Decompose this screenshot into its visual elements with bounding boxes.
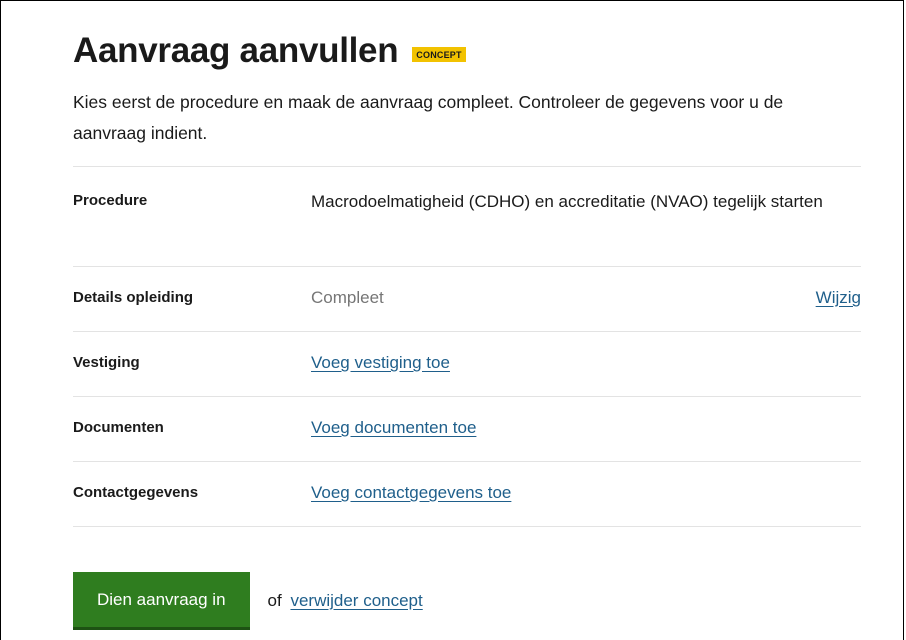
page-frame: Aanvraag aanvullen CONCEPT Kies eerst de… <box>0 0 904 640</box>
edit-details-link[interactable]: Wijzig <box>816 283 861 313</box>
title-row: Aanvraag aanvullen CONCEPT <box>73 31 466 71</box>
summary-list: Procedure Macrodoelmatigheid (CDHO) en a… <box>73 166 861 527</box>
summary-row-contactgegevens: Contactgegevens Voeg contactgegevens toe <box>73 462 861 527</box>
summary-row-vestiging: Vestiging Voeg vestiging toe <box>73 332 861 397</box>
summary-row-details-opleiding: Details opleiding Compleet Wijzig <box>73 267 861 332</box>
add-vestiging-link[interactable]: Voeg vestiging toe <box>311 353 450 372</box>
submit-application-button[interactable]: Dien aanvraag in <box>73 572 250 630</box>
add-contactgegevens-link[interactable]: Voeg contactgegevens toe <box>311 483 511 502</box>
delete-concept-link[interactable]: verwijder concept <box>290 591 422 610</box>
row-label: Details opleiding <box>73 289 194 306</box>
procedure-value: Macrodoelmatigheid (CDHO) en accreditati… <box>311 192 823 211</box>
details-status-value: Compleet <box>311 288 384 307</box>
row-label: Documenten <box>73 419 164 436</box>
status-badge: CONCEPT <box>412 46 466 62</box>
or-label: of <box>267 591 282 610</box>
add-documenten-link[interactable]: Voeg documenten toe <box>311 418 476 437</box>
summary-row-procedure: Procedure Macrodoelmatigheid (CDHO) en a… <box>73 167 861 267</box>
row-label: Vestiging <box>73 354 140 371</box>
alternative-action: of verwijder concept <box>268 591 423 611</box>
intro-text: Kies eerst de procedure en maak de aanvr… <box>73 92 784 143</box>
page-title: Aanvraag aanvullen <box>73 31 399 70</box>
row-label: Contactgegevens <box>73 484 199 501</box>
row-label: Procedure <box>73 192 148 209</box>
form-actions: Dien aanvraag in of verwijder concept <box>73 572 423 630</box>
summary-row-documenten: Documenten Voeg documenten toe <box>73 397 861 462</box>
